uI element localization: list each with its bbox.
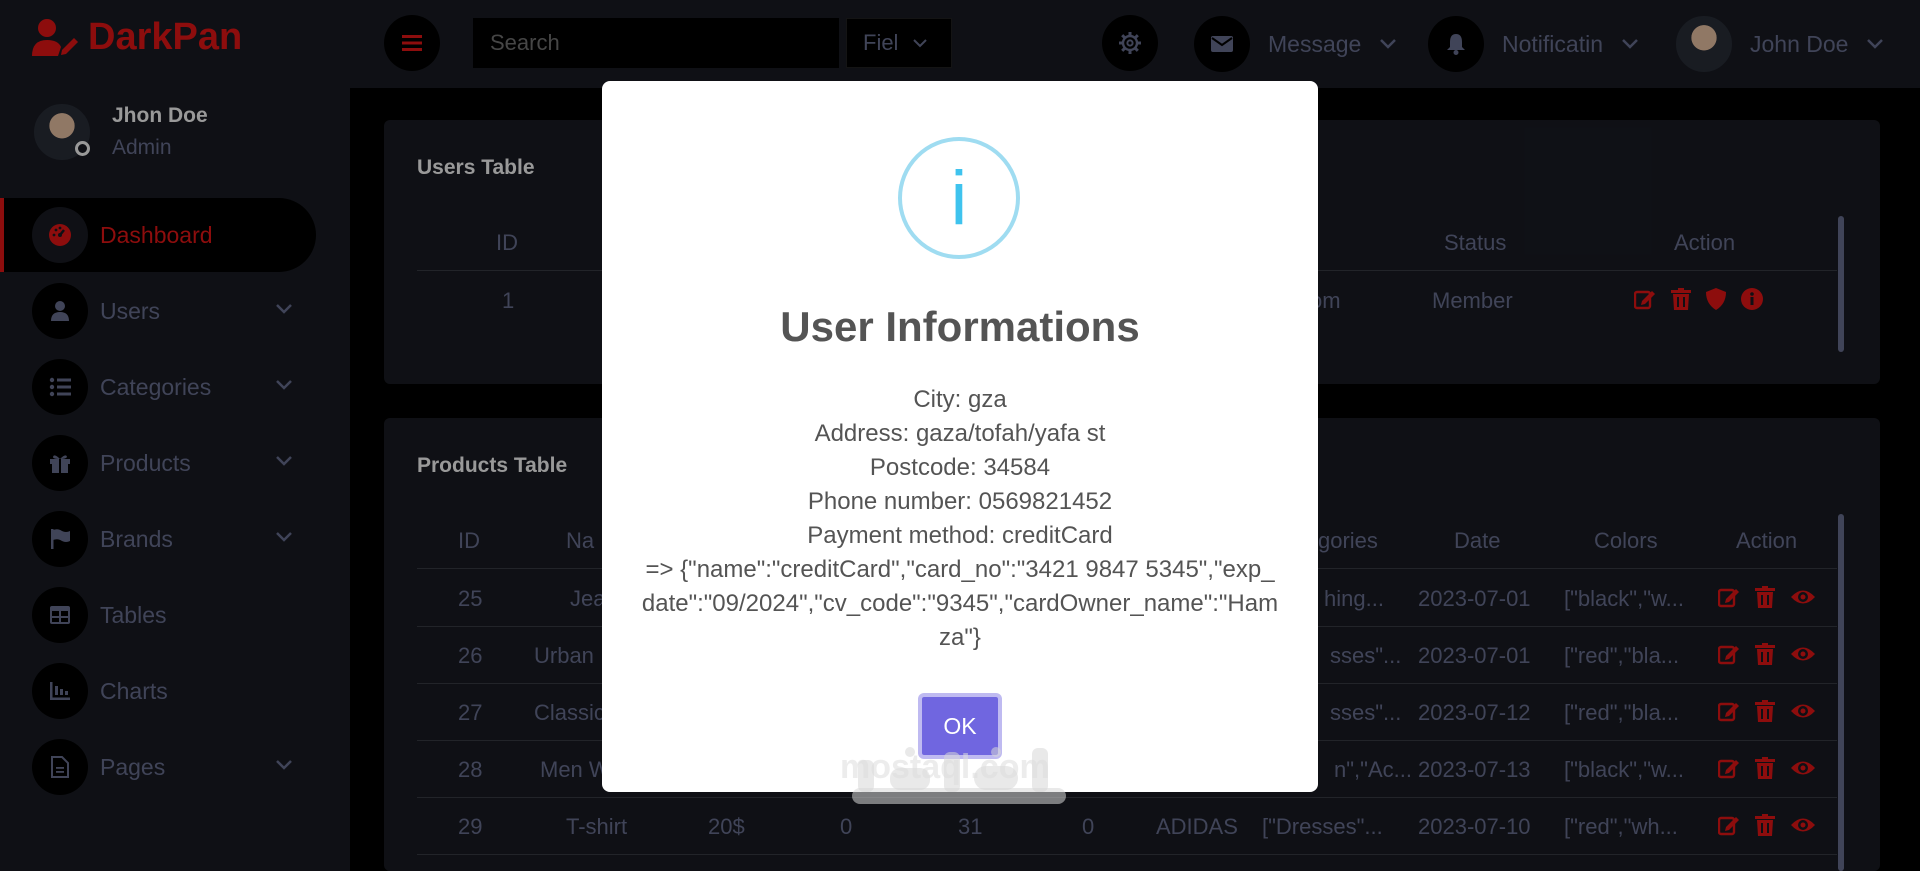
dialog-line-address: Address: gaza/tofah/yafa st	[814, 420, 1106, 447]
dialog-content: City: gza Address: gaza/tofah/yafa st Po…	[640, 383, 1280, 655]
info-icon: i	[898, 137, 1020, 259]
dialog-line-city: City: gza	[913, 386, 1007, 413]
dialog-line-payment-details: => {"name":"creditCard","card_no":"3421 …	[641, 556, 1279, 651]
dialog-line-phone: Phone number: 0569821452	[807, 488, 1113, 515]
user-info-dialog: i User Informations City: gza Address: g…	[602, 81, 1318, 792]
dialog-line-payment: Payment method: creditCard	[807, 522, 1113, 549]
dialog-line-postcode: Postcode: 34584	[869, 454, 1051, 481]
dialog-title: User Informations	[780, 303, 1140, 350]
watermark-text: mostaql.com	[840, 748, 1050, 786]
